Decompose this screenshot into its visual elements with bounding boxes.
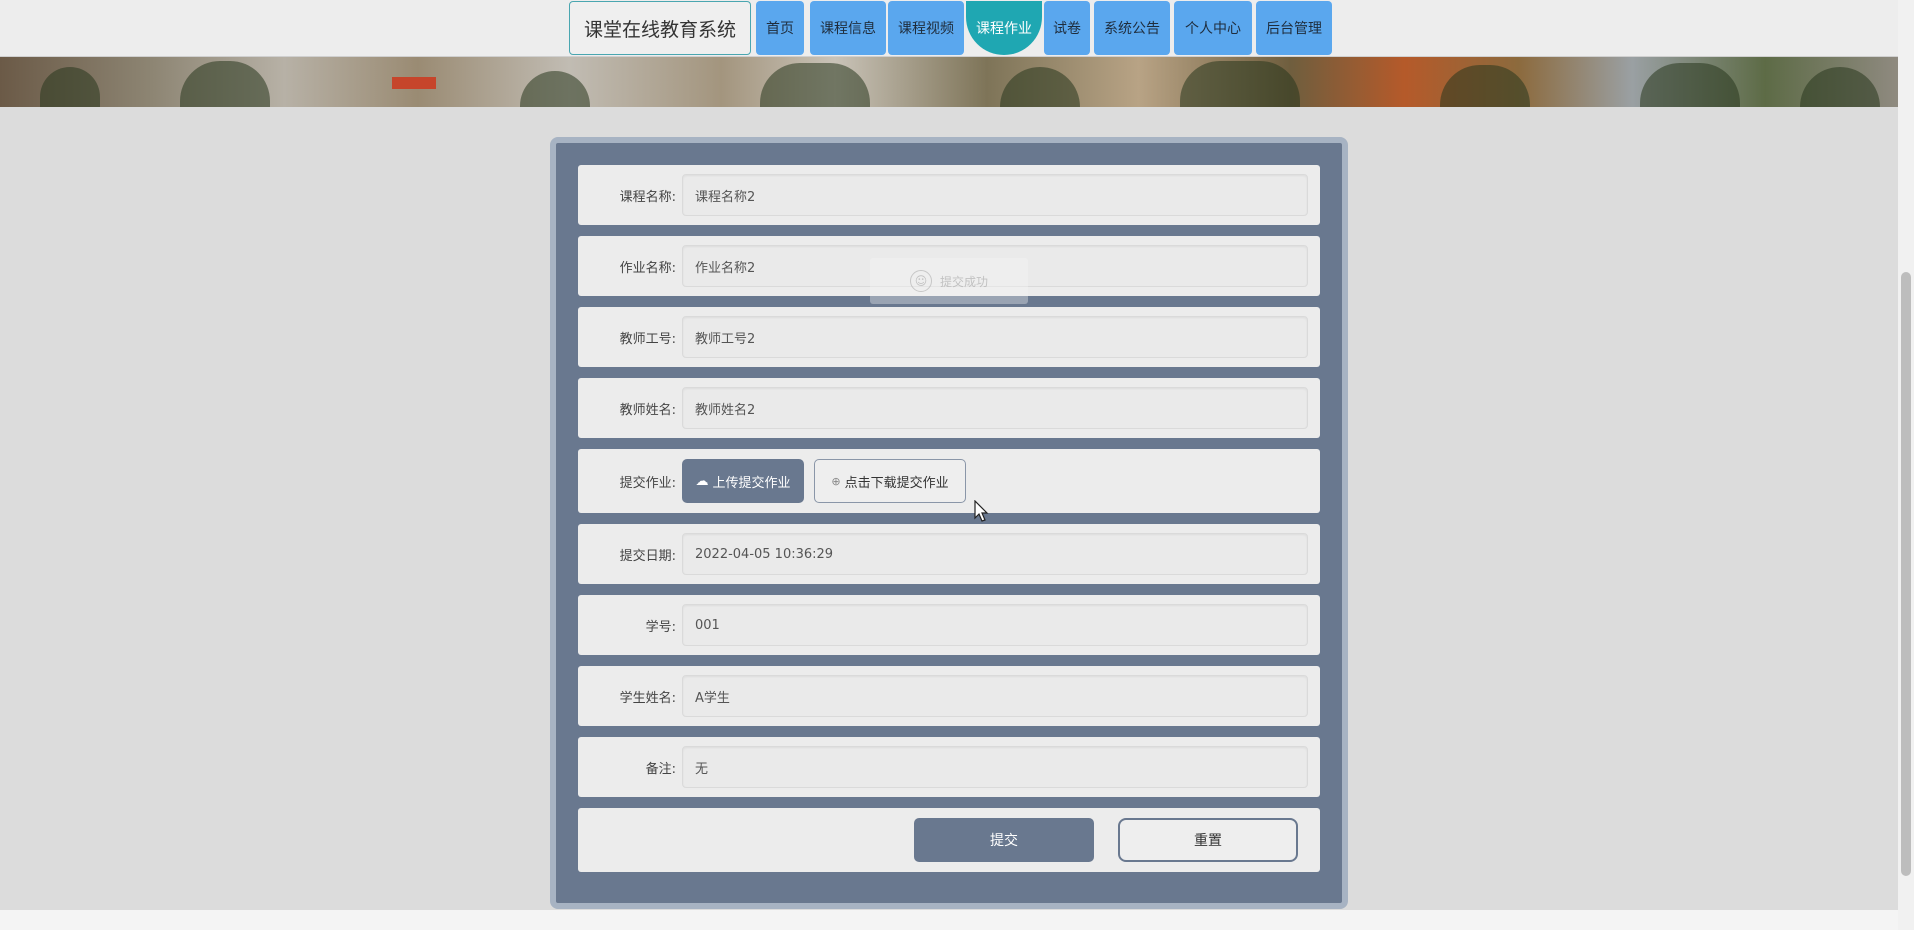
download-button-label: 点击下载提交作业: [844, 475, 949, 491]
homework-form-panel: 课程名称: 课程名称2 作业名称: 作业名称2 教师工号: 教师工号2 教师姓名…: [550, 137, 1348, 909]
top-navigation-bar: 课堂在线教育系统 首页 课程信息 课程视频 课程作业 试卷 系统公告 个人中心 …: [0, 0, 1898, 57]
download-icon: ⊕: [831, 474, 841, 488]
submit-button[interactable]: 提交: [914, 818, 1094, 862]
nav-announcement[interactable]: 系统公告: [1094, 1, 1170, 55]
reset-button[interactable]: 重置: [1118, 818, 1298, 862]
nav-home[interactable]: 首页: [756, 1, 804, 55]
nav-course-video[interactable]: 课程视频: [888, 1, 964, 55]
scrollbar-thumb[interactable]: [1901, 272, 1911, 876]
site-brand[interactable]: 课堂在线教育系统: [569, 1, 751, 55]
remark-input[interactable]: 无: [682, 746, 1308, 788]
field-label: 课程名称:: [619, 189, 676, 205]
form-row-student-name: 学生姓名: A学生: [578, 666, 1320, 726]
upload-homework-button[interactable]: ☁ 上传提交作业: [682, 459, 804, 503]
smile-icon: ☺: [909, 270, 932, 292]
toast-message: 提交成功: [939, 274, 988, 289]
teacher-name-input[interactable]: 教师姓名2: [682, 387, 1308, 429]
field-label: 作业名称:: [619, 260, 676, 276]
nav-admin[interactable]: 后台管理: [1256, 1, 1332, 55]
form-row-teacher-name: 教师姓名: 教师姓名2: [578, 378, 1320, 438]
form-actions-row: 提交 重置: [578, 808, 1320, 872]
student-name-input[interactable]: A学生: [682, 675, 1308, 717]
upload-button-label: 上传提交作业: [712, 475, 791, 491]
success-toast: ☺ 提交成功: [870, 258, 1028, 304]
form-row-remark: 备注: 无: [578, 737, 1320, 797]
cloud-upload-icon: ☁: [695, 473, 709, 489]
nav-exam[interactable]: 试卷: [1044, 1, 1090, 55]
nav-personal-center[interactable]: 个人中心: [1174, 1, 1252, 55]
download-homework-button[interactable]: ⊕ 点击下载提交作业: [814, 459, 966, 503]
form-row-teacher-id: 教师工号: 教师工号2: [578, 307, 1320, 367]
form-row-course-name: 课程名称: 课程名称2: [578, 165, 1320, 225]
teacher-id-input[interactable]: 教师工号2: [682, 316, 1308, 358]
field-label: 教师工号:: [619, 331, 676, 347]
field-label: 学生姓名:: [619, 690, 676, 706]
form-row-submit-homework: 提交作业: ☁ 上传提交作业 ⊕ 点击下载提交作业: [578, 449, 1320, 513]
submit-date-input[interactable]: 2022-04-05 10:36:29: [682, 533, 1308, 575]
student-id-input[interactable]: 001: [682, 604, 1308, 646]
field-label: 提交作业:: [619, 475, 676, 491]
mouse-cursor-icon: [974, 500, 989, 522]
form-row-submit-date: 提交日期: 2022-04-05 10:36:29: [578, 524, 1320, 584]
field-label: 提交日期:: [619, 548, 676, 564]
field-label: 备注:: [645, 761, 676, 777]
field-label: 教师姓名:: [619, 402, 676, 418]
banner-image: [0, 57, 1898, 107]
bottom-strip: [0, 910, 1898, 930]
course-name-input[interactable]: 课程名称2: [682, 174, 1308, 216]
nav-course-info[interactable]: 课程信息: [810, 1, 886, 55]
form-row-student-id: 学号: 001: [578, 595, 1320, 655]
field-label: 学号:: [645, 619, 676, 635]
nav-course-homework[interactable]: 课程作业: [966, 1, 1042, 55]
page-scrollbar[interactable]: [1898, 0, 1914, 930]
